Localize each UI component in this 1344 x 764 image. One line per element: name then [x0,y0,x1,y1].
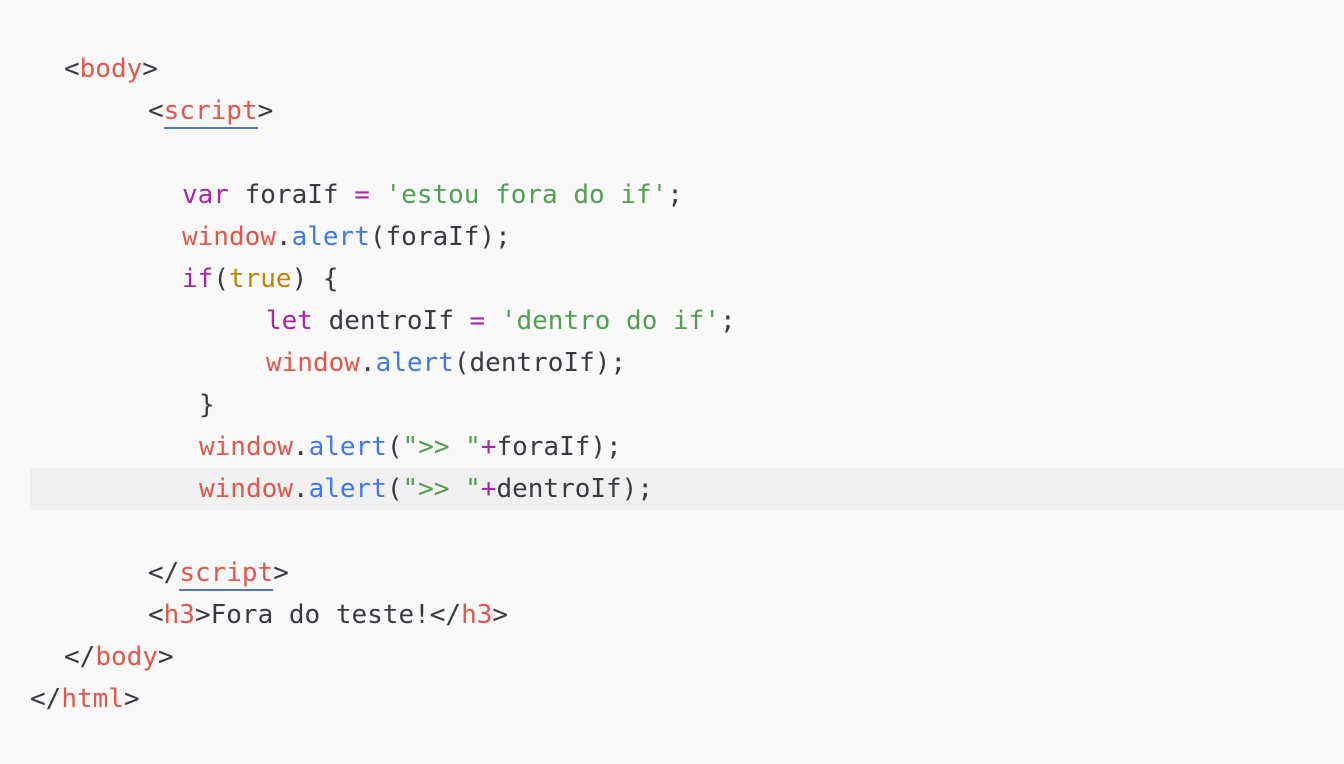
code-line[interactable]: </script> [0,552,1344,594]
code-token-plain: . [292,432,309,462]
code-token-tag: script [163,95,258,129]
code-token-tag: window [199,432,293,462]
code-token-plain: < [148,96,164,126]
code-token-keyword: + [480,474,497,504]
code-line[interactable]: <script> [0,90,1344,132]
code-token-string: 'estou fora do if' [385,180,668,210]
code-token-plain: > [273,558,289,588]
code-token-plain: . [359,348,376,378]
code-token-plain: ; [667,180,683,210]
code-token-keyword: let [266,306,313,336]
code-token-string: ">> " [402,474,481,504]
code-token-plain: . [292,474,309,504]
code-token-plain: } [199,390,215,420]
code-token-plain: > [123,684,140,714]
code-token-tag: window [182,222,276,252]
code-token-plain: (foraIf); [369,222,511,252]
code-token-boolean: true [228,264,292,294]
code-token-tag: body [95,642,158,672]
code-token-keyword: + [480,432,497,462]
code-line[interactable]: </html> [0,678,1344,720]
code-line[interactable]: let dentroIf = 'dentro do if'; [0,300,1344,342]
code-token-string: ">> " [402,432,481,462]
code-token-plain: </ [64,642,96,672]
code-line-current[interactable]: window.alert(">> "+dentroIf); [30,468,1344,510]
code-token-plain: foraIf [228,180,355,210]
code-line[interactable]: </body> [0,636,1344,678]
code-line[interactable]: } [0,384,1344,426]
code-token-tag: h3 [461,600,493,630]
code-token-plain: foraIf); [496,432,622,462]
code-token-plain: dentroIf [312,306,470,336]
code-token-plain: > [492,600,509,630]
code-token-tag: html [61,684,124,714]
code-token-function: alert [375,348,454,378]
code-line[interactable]: <body> [0,48,1344,90]
code-token-plain: > [257,96,274,126]
code-token-keyword: if [182,264,214,294]
code-token-plain: > [142,54,158,84]
code-line[interactable]: var foraIf = 'estou fora do if'; [0,174,1344,216]
code-token-plain: ) { [291,264,339,294]
code-token-plain: ( [213,264,229,294]
code-token-plain: > [157,642,174,672]
code-line[interactable]: <h3>Fora do teste!</h3> [0,594,1344,636]
code-token-keyword: = [469,306,486,336]
code-token-plain: ; [719,306,736,336]
code-line[interactable]: window.alert(foraIf); [0,216,1344,258]
code-token-tag: script [179,557,274,591]
code-token-function: alert [308,432,387,462]
code-line[interactable]: window.alert(dentroIf); [0,342,1344,384]
code-line[interactable]: if(true) { [0,258,1344,300]
code-token-plain: ( [386,432,403,462]
code-token-function: alert [308,474,387,504]
code-editor[interactable]: <body> <script> var foraIf = 'estou fora d… [0,0,1344,764]
code-token-tag: h3 [163,600,195,630]
code-token-plain: >Fora do teste!</ [194,600,462,630]
code-token-plain: </ [30,684,62,714]
code-token-plain: . [275,222,292,252]
code-token-tag: window [266,348,360,378]
code-token-plain: ( [386,474,403,504]
code-token-plain: </ [148,558,180,588]
code-token-tag: window [199,474,293,504]
code-token-function: alert [291,222,370,252]
code-token-plain: < [148,600,164,630]
code-token-tag: body [79,54,143,84]
code-token-keyword: var [182,180,229,210]
code-token-string: 'dentro do if' [500,306,720,336]
code-token-keyword: = [354,180,370,210]
code-line[interactable]: window.alert(">> "+foraIf); [0,426,1344,468]
code-token-plain: dentroIf); [496,474,653,504]
code-token-plain: (dentroIf); [453,348,627,378]
code-token-plain: < [64,54,80,84]
